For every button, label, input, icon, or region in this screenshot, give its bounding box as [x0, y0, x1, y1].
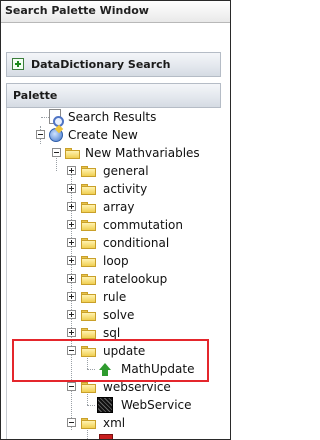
- highlight-box: [12, 339, 209, 382]
- folder-icon: [81, 274, 97, 285]
- expand-icon[interactable]: [67, 310, 76, 319]
- tree-item-label: Search Results: [68, 110, 157, 124]
- tree-item-label: New Mathvariables: [85, 146, 200, 160]
- tree-item-label: general: [103, 164, 149, 178]
- search-results-icon: [49, 109, 64, 127]
- tree-item-label: ratelookup: [103, 272, 168, 286]
- tree-item-activity[interactable]: activity: [7, 180, 222, 198]
- expand-icon[interactable]: [67, 328, 76, 337]
- tree-item-xml-child[interactable]: [7, 430, 222, 439]
- datadictionary-search-label: DataDictionary Search: [31, 58, 171, 71]
- search-palette-window: Search Palette Window DataDictionary Sea…: [0, 0, 231, 440]
- plus-box-icon[interactable]: [12, 58, 24, 70]
- window-title: Search Palette Window: [5, 4, 149, 17]
- tree-item-new-mathvariables[interactable]: New Mathvariables: [7, 144, 222, 162]
- tree-item-label: solve: [103, 308, 135, 322]
- tree-item-label: Create New: [68, 128, 138, 142]
- tree-item-label: xml: [103, 416, 126, 430]
- tree-item-label: WebService: [121, 398, 192, 412]
- tree-item-xml[interactable]: xml: [7, 414, 222, 432]
- folder-icon: [81, 328, 97, 339]
- tree-item-label: commutation: [103, 218, 183, 232]
- xml-item-icon: [99, 434, 113, 439]
- folder-icon: [65, 148, 81, 159]
- collapse-icon[interactable]: [67, 418, 76, 427]
- window-titlebar[interactable]: Search Palette Window: [1, 1, 230, 23]
- expand-icon[interactable]: [67, 292, 76, 301]
- create-new-icon: [49, 128, 63, 142]
- tree-item-rule[interactable]: rule: [7, 288, 222, 306]
- folder-icon: [81, 202, 97, 213]
- folder-icon: [81, 418, 97, 429]
- folder-icon: [81, 292, 97, 303]
- tree-item-label: array: [103, 200, 135, 214]
- datadictionary-search-header[interactable]: DataDictionary Search: [6, 52, 221, 77]
- expand-icon[interactable]: [67, 202, 76, 211]
- folder-icon: [81, 220, 97, 231]
- expand-icon[interactable]: [67, 220, 76, 229]
- tree-item-conditional[interactable]: conditional: [7, 234, 222, 252]
- palette-header[interactable]: Palette: [6, 83, 221, 108]
- tree-item-webservice-child[interactable]: WebService: [7, 394, 222, 414]
- tree-item-label: activity: [103, 182, 148, 196]
- palette-tree: Search Results Create New New Mathvariab…: [6, 108, 222, 439]
- collapse-icon[interactable]: [52, 148, 61, 157]
- webservice-icon: [97, 397, 113, 413]
- expand-icon[interactable]: [67, 256, 76, 265]
- collapse-icon[interactable]: [36, 130, 45, 139]
- tree-item-search-results[interactable]: Search Results: [7, 108, 222, 127]
- folder-icon: [81, 166, 97, 177]
- tree-item-ratelookup[interactable]: ratelookup: [7, 270, 222, 288]
- expand-icon[interactable]: [67, 274, 76, 283]
- expand-icon[interactable]: [67, 166, 76, 175]
- expand-icon[interactable]: [67, 238, 76, 247]
- tree-item-solve[interactable]: solve: [7, 306, 222, 324]
- tree-item-create-new[interactable]: Create New: [7, 126, 222, 144]
- tree-item-loop[interactable]: loop: [7, 252, 222, 270]
- folder-icon: [81, 310, 97, 321]
- tree-item-commutation[interactable]: commutation: [7, 216, 222, 234]
- tree-item-array[interactable]: array: [7, 198, 222, 216]
- collapse-icon[interactable]: [67, 382, 76, 391]
- folder-icon: [81, 184, 97, 195]
- tree-item-general[interactable]: general: [7, 162, 222, 180]
- folder-icon: [81, 382, 97, 393]
- folder-icon: [81, 238, 97, 249]
- tree-item-label: rule: [103, 290, 127, 304]
- expand-icon[interactable]: [67, 184, 76, 193]
- tree-item-label: conditional: [103, 236, 170, 250]
- tree-item-label: loop: [103, 254, 129, 268]
- folder-icon: [81, 256, 97, 267]
- palette-label: Palette: [13, 89, 58, 102]
